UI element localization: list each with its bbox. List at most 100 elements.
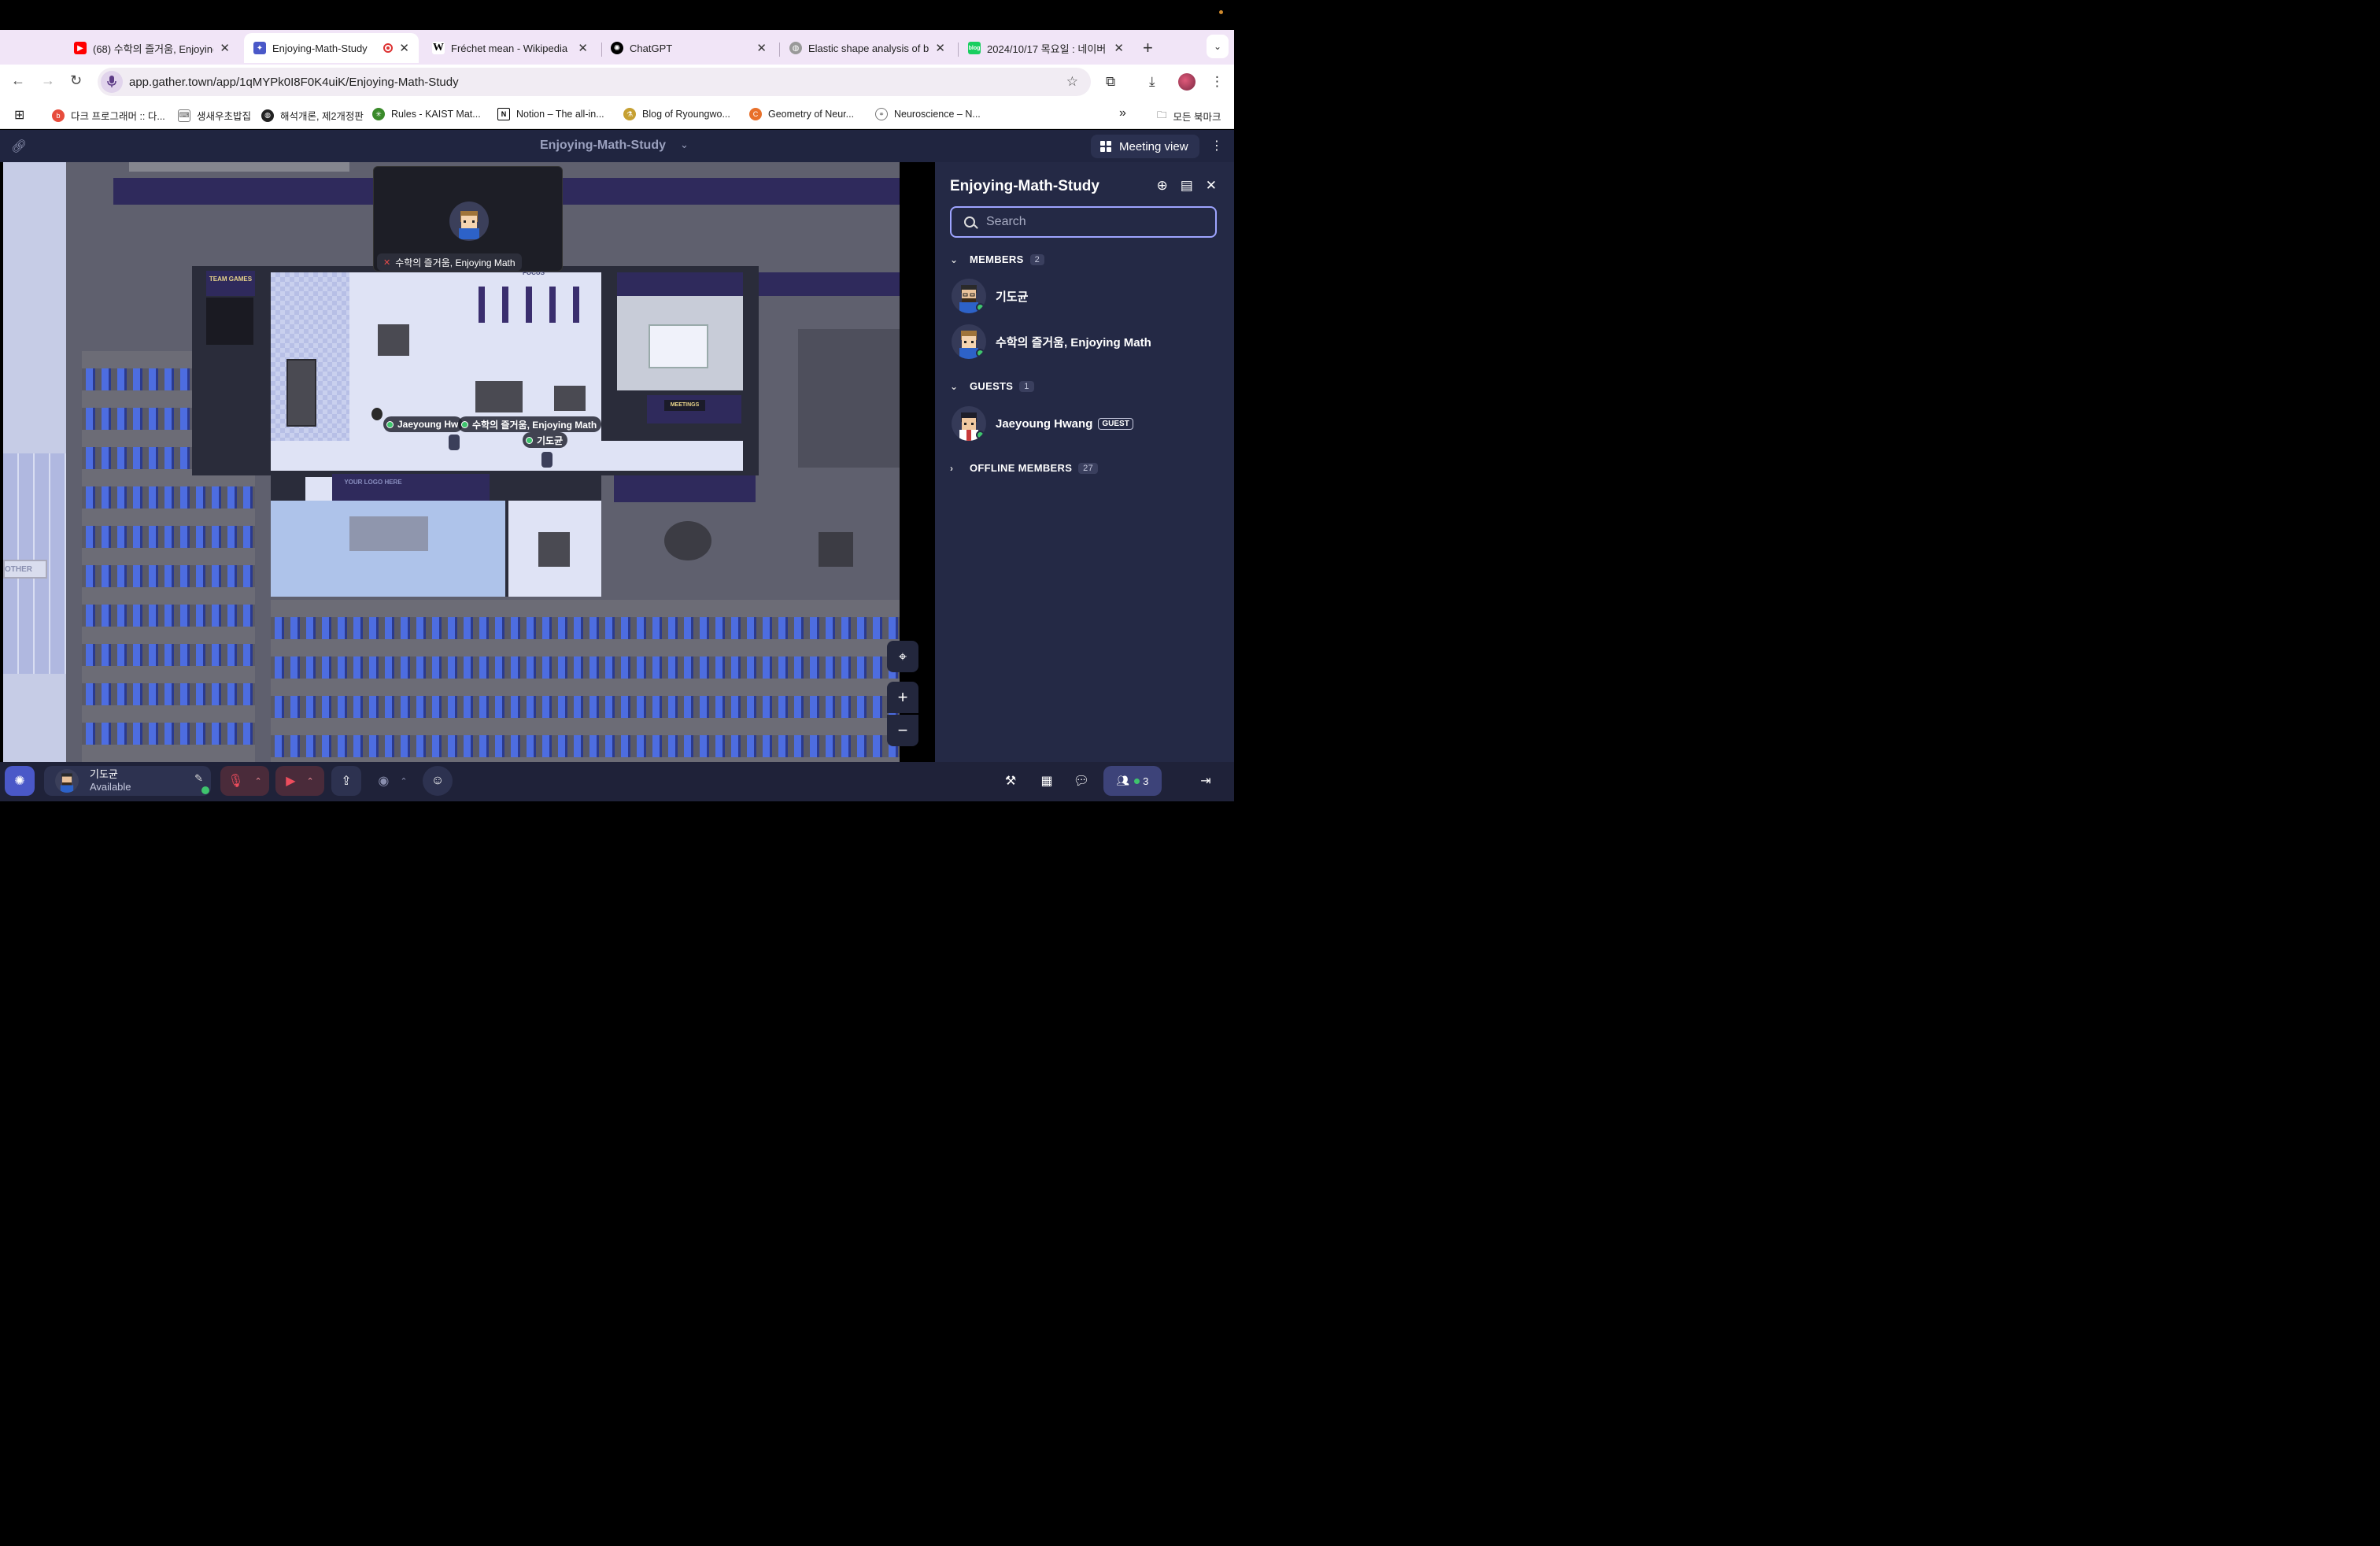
tab-title: Enjoying-Math-Study: [272, 42, 368, 54]
bookmark-item[interactable]: ⚗ Blog of Ryoungwo...: [623, 108, 730, 120]
members-section-header[interactable]: ⌄ MEMBERS 2: [950, 253, 1044, 265]
bookmark-item[interactable]: ⌨ 생새우초밥집: [178, 108, 251, 123]
leave-button[interactable]: ⇥: [1187, 766, 1225, 796]
bookmark-item[interactable]: ⚭ Neuroscience – N...: [875, 108, 981, 120]
tab-naver-blog[interactable]: blog 2024/10/17 목요일 : 네이버 ✕: [959, 33, 1133, 63]
avatar-nametag[interactable]: 기도균: [523, 432, 568, 448]
bookmark-item[interactable]: b 다크 프로그래머 :: 다...: [52, 108, 165, 123]
chevron-down-icon: ⌄: [1213, 41, 1222, 52]
zoom-in-button[interactable]: +: [887, 682, 918, 713]
more-options-icon[interactable]: ⋮: [1210, 138, 1223, 153]
space-title[interactable]: Enjoying-Math-Study: [540, 139, 666, 153]
member-row[interactable]: 기도균: [952, 279, 1028, 313]
new-tab-button[interactable]: +: [1143, 38, 1153, 58]
video-tile-name: ✕ 수학의 즐거움, Enjoying Math: [377, 253, 522, 271]
extensions-icon[interactable]: ⧉: [1106, 74, 1115, 90]
tab-chatgpt[interactable]: ✺ ChatGPT ✕: [601, 33, 776, 63]
participant-name: 수학의 즐거움, Enjoying Math: [395, 257, 516, 268]
bookmarks-overflow-button[interactable]: »: [1119, 106, 1126, 120]
bookmark-label: 해석개론, 제2개정판: [280, 111, 364, 122]
address-bar[interactable]: app.gather.town/app/1qMYPk0I8F0K4uiK/Enj…: [98, 68, 1091, 96]
bookmark-star-icon[interactable]: ☆: [1066, 74, 1078, 90]
tab-elastic-shape[interactable]: ◍ Elastic shape analysis of b ✕: [780, 33, 955, 63]
tab-search-button[interactable]: ⌄: [1207, 35, 1229, 58]
search-field[interactable]: [950, 206, 1217, 238]
close-icon[interactable]: ✕: [756, 41, 767, 55]
close-icon[interactable]: ✕: [1206, 178, 1217, 194]
all-bookmarks-folder[interactable]: 🗀 모든 북마크: [1157, 108, 1221, 124]
offline-members-section-header[interactable]: › OFFLINE MEMBERS 27: [950, 462, 1099, 474]
participant-avatar: [449, 202, 489, 241]
camera-toggle[interactable]: ▶︎ ⌃: [275, 766, 324, 796]
invite-user-icon[interactable]: ⊕: [1156, 178, 1167, 194]
profile-status-button[interactable]: 기도균 Available ✎: [44, 766, 211, 796]
search-input[interactable]: [986, 215, 1207, 229]
video-tile[interactable]: ✕ 수학의 즐거움, Enjoying Math: [373, 166, 563, 272]
reload-button[interactable]: ↻: [70, 72, 82, 89]
locate-me-button[interactable]: ⌖: [887, 641, 918, 672]
zoom-out-button[interactable]: −: [887, 715, 918, 746]
close-icon[interactable]: ✕: [1114, 41, 1124, 55]
bookmark-item[interactable]: ✳ Rules - KAIST Mat...: [372, 108, 481, 120]
bookmark-item[interactable]: C Geometry of Neur...: [749, 108, 854, 120]
chevron-up-icon[interactable]: ⌃: [400, 776, 407, 786]
participants-button[interactable]: 👥︎ 3: [1103, 766, 1162, 796]
tab-title: Elastic shape analysis of b: [808, 42, 929, 54]
guest-row[interactable]: Jaeyoung Hwang GUEST: [952, 406, 1133, 441]
tab-gather[interactable]: ✦ Enjoying-Math-Study ✕: [244, 33, 419, 63]
section-label: GUESTS: [970, 380, 1014, 392]
globe-icon: ◍: [789, 42, 802, 54]
bookmark-item[interactable]: N Notion – The all-in...: [497, 108, 604, 120]
map-reception-desk: [349, 516, 428, 551]
profile-avatar[interactable]: [1178, 73, 1196, 91]
close-icon[interactable]: ✕: [220, 41, 230, 55]
record-button[interactable]: ◉ ⌃: [368, 766, 417, 796]
calendar-button[interactable]: ▦: [1033, 766, 1061, 796]
keyboard-icon: ⌨: [178, 109, 190, 122]
chevron-up-icon[interactable]: ⌃: [307, 776, 314, 786]
close-icon[interactable]: ✕: [935, 41, 945, 55]
emote-button[interactable]: ☺: [423, 766, 453, 796]
directory-icon[interactable]: ▤: [1181, 178, 1193, 194]
chatgpt-icon: ✺: [611, 42, 623, 54]
forward-button[interactable]: →: [41, 72, 55, 89]
participants-panel: Enjoying-Math-Study ⊕ ▤ ✕ ⌄ MEMBERS 2 기도…: [935, 162, 1234, 762]
microphone-toggle[interactable]: 🎙︎ ⌃: [220, 766, 269, 796]
more-menu-icon[interactable]: ⋮: [1210, 74, 1224, 90]
gather-bottom-bar: ✺ 기도균 Available ✎ 🎙︎ ⌃ ▶︎ ⌃ ⇪ ◉ ⌃ ☺ ⚒ ▦ 💬︎ …: [0, 762, 1234, 801]
microphone-icon[interactable]: [101, 71, 123, 93]
map-table: [286, 359, 316, 427]
close-icon[interactable]: ✕: [399, 41, 409, 55]
bookmark-label: 다크 프로그래머 :: 다...: [71, 111, 165, 122]
link-icon[interactable]: 🔗︎: [11, 139, 27, 154]
avatar-nametag[interactable]: Jaeyoung Hw: [383, 416, 464, 432]
tab-wikipedia[interactable]: W Fréchet mean - Wikipedia ✕: [423, 33, 597, 63]
online-status-dot: [976, 303, 985, 312]
gather-menu-button[interactable]: ✺: [5, 766, 35, 796]
map-wall: [617, 272, 743, 296]
guests-section-header[interactable]: ⌄ GUESTS 1: [950, 380, 1034, 392]
apps-grid-icon[interactable]: ⊞: [14, 107, 24, 123]
url-text: app.gather.town/app/1qMYPk0I8F0K4uiK/Enj…: [129, 75, 459, 89]
back-button[interactable]: ←: [11, 72, 25, 89]
map-object: [371, 408, 382, 420]
tab-youtube[interactable]: ▶ (68) 수학의 즐거움, Enjoying ✕: [65, 33, 239, 63]
download-icon[interactable]: ⤓: [1149, 74, 1155, 90]
close-icon[interactable]: ✕: [578, 41, 588, 55]
chevron-up-icon[interactable]: ⌃: [255, 776, 262, 786]
map-sign-meetings: MEETINGS: [664, 400, 705, 411]
chevron-down-icon[interactable]: ⌄: [680, 139, 689, 151]
build-tool-button[interactable]: ⚒: [996, 766, 1025, 796]
bookmark-item[interactable]: ◍ 해석개론, 제2개정판: [261, 108, 364, 123]
camera-off-icon: ▶︎: [286, 775, 296, 788]
map-wall: [614, 475, 756, 502]
edit-pencil-icon[interactable]: ✎: [194, 772, 203, 785]
avatar-nametag[interactable]: 수학의 즐거움, Enjoying Math: [458, 416, 602, 432]
member-row[interactable]: 수학의 즐거움, Enjoying Math: [952, 324, 1151, 359]
avatar: [952, 406, 986, 441]
section-label: OFFLINE MEMBERS: [970, 462, 1073, 474]
meeting-view-button[interactable]: Meeting view: [1091, 135, 1199, 158]
map-table: [819, 532, 853, 567]
screen-share-button[interactable]: ⇪: [331, 766, 361, 796]
chat-button[interactable]: 💬︎: [1067, 766, 1096, 796]
